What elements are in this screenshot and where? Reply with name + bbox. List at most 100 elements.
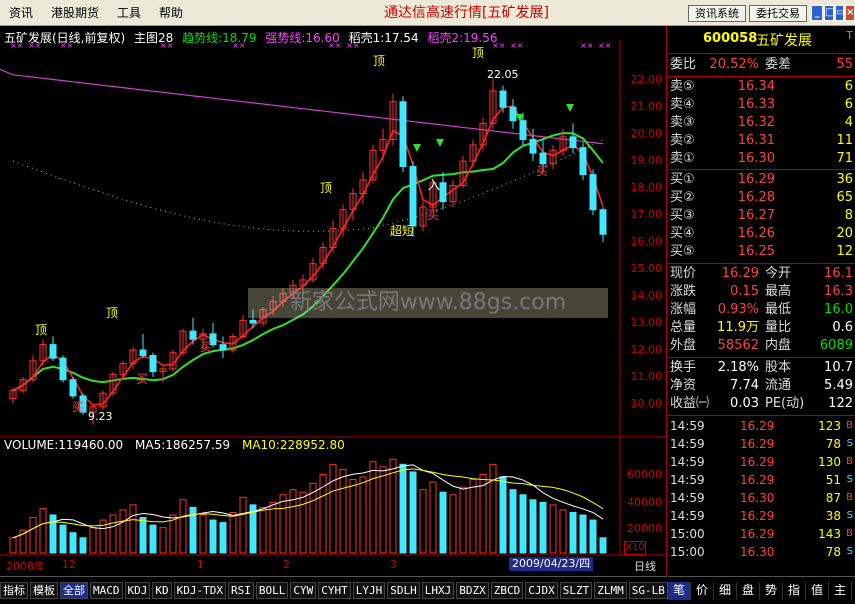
t-marker[interactable]: T xyxy=(846,29,853,42)
tick-time: 14:59 xyxy=(670,491,705,505)
menu-news[interactable]: 资讯 xyxy=(0,0,42,26)
tab-cyw[interactable]: CYW xyxy=(290,582,317,599)
wei-bi-label: 委比 xyxy=(670,57,697,72)
row-value-2: 0.6 xyxy=(832,320,853,335)
row-label: 外盘 xyxy=(670,338,697,353)
menu-hk-futures[interactable]: 港股期货 xyxy=(42,0,108,26)
sell-row[interactable]: 卖⑤ 16.34 6 xyxy=(668,78,855,96)
volume-bar xyxy=(179,499,187,554)
buy-price: 16.28 xyxy=(737,190,775,205)
tab-cyht[interactable]: CYHT xyxy=(318,582,351,599)
indicator-tabs: 指标 模板 全部 MACD KDJ KD KDJ-TDX RSI BOLL CYW CYHT LYJH… xyxy=(0,576,668,604)
buy-marker: 买 xyxy=(136,372,149,386)
volume-bar xyxy=(559,509,567,554)
volume-bar xyxy=(579,514,587,554)
panel-tab[interactable]: 势 xyxy=(760,581,783,600)
volume-bar xyxy=(379,466,387,554)
tick-time: 15:00 xyxy=(670,545,705,559)
tab-lhxj[interactable]: LHXJ xyxy=(421,582,455,599)
news-system-button[interactable]: 资讯系统 xyxy=(688,5,746,22)
cursor-date: 2009/04/23/四 xyxy=(509,557,594,571)
tab-macd[interactable]: MACD xyxy=(90,582,123,599)
panel-tab[interactable]: 主 xyxy=(829,581,852,600)
candle-body xyxy=(509,106,517,122)
tab-kd[interactable]: KD xyxy=(152,582,172,599)
sell-row[interactable]: 卖① 16.30 71 xyxy=(668,150,855,168)
buy-label: 买① xyxy=(670,172,695,187)
tick-time: 14:59 xyxy=(670,455,705,469)
tab-bdzx[interactable]: BDZX xyxy=(456,582,489,599)
tick-direction: B xyxy=(846,528,853,539)
row-value: 0.03 xyxy=(730,396,759,411)
tick-volume: 123 xyxy=(818,419,841,433)
tab-全部[interactable]: 全部 xyxy=(60,582,88,599)
trend-line xyxy=(12,132,604,392)
sell-row[interactable]: 卖③ 16.32 4 xyxy=(668,114,855,132)
watermark: 新家公式网www.88gs.com xyxy=(248,288,608,318)
volume-bar xyxy=(259,506,267,554)
buy-row[interactable]: 买② 16.28 65 xyxy=(668,189,855,207)
tab-rsi[interactable]: RSI xyxy=(227,582,254,599)
volume-tick: 20000 xyxy=(627,522,662,535)
buy-row[interactable]: 买③ 16.27 8 xyxy=(668,207,855,225)
tick-row: 14:59 16.29 51 S xyxy=(668,471,855,489)
sell-price: 16.31 xyxy=(737,133,775,148)
sell-row[interactable]: 卖④ 16.33 6 xyxy=(668,96,855,114)
buy-row[interactable]: 买④ 16.26 20 xyxy=(668,225,855,243)
row-label: 涨幅 xyxy=(670,302,697,317)
panel-tab[interactable]: 盘 xyxy=(737,581,760,600)
buy-row[interactable]: 买⑤ 16.25 12 xyxy=(668,243,855,261)
maximize-icon[interactable]: ▭ xyxy=(835,5,845,21)
tab-slzt[interactable]: SLZT xyxy=(559,582,593,599)
price-tick: 16.00 xyxy=(630,235,663,249)
tab-lyjh[interactable]: LYJH xyxy=(352,582,386,599)
volume-bar xyxy=(209,519,217,554)
tab-kdj-tdx[interactable]: KDJ-TDX xyxy=(173,582,226,599)
tab-指标[interactable]: 指标 xyxy=(0,582,28,599)
panel-tab[interactable]: 笔 xyxy=(668,581,691,600)
panel-tab[interactable]: 细 xyxy=(714,581,737,600)
candle-body xyxy=(219,344,227,351)
volume-bar xyxy=(369,461,377,554)
close-icon[interactable]: × xyxy=(845,5,855,21)
buy-marker: 买 xyxy=(200,340,213,354)
panel-tab[interactable]: 值 xyxy=(806,581,829,600)
ma10-value: MA10:228952.80 xyxy=(241,438,345,452)
candle-body xyxy=(529,139,537,154)
volume-bar xyxy=(519,494,527,554)
tab-kdj[interactable]: KDJ xyxy=(124,582,151,599)
tab-boll[interactable]: BOLL xyxy=(255,582,289,599)
tab-cjdx[interactable]: CJDX xyxy=(525,582,558,599)
minimize-icon[interactable]: _ xyxy=(811,5,823,21)
tick-direction: B xyxy=(846,420,853,431)
quote-header: 600058 五矿发展 T xyxy=(668,26,855,54)
buy-row[interactable]: 买① 16.29 36 xyxy=(668,171,855,189)
tick-price: 16.30 xyxy=(740,545,775,559)
menu-help[interactable]: 帮助 xyxy=(150,0,192,26)
tab-模板[interactable]: 模板 xyxy=(30,582,58,599)
tick-row: 15:00 16.29 143 B xyxy=(668,525,855,543)
restore-icon[interactable]: □ xyxy=(824,5,834,21)
tab-zlmm[interactable]: ZLMM xyxy=(594,582,627,599)
kline-chart[interactable]: ×× ×× ×× ×× ×× ×× ×× ×× ×× ×× ×× 五矿发展(日线,前复权) 主图28… xyxy=(0,26,667,575)
sell-row[interactable]: 卖② 16.31 11 xyxy=(668,132,855,150)
candle-body xyxy=(149,354,157,373)
tick-price: 16.29 xyxy=(740,419,775,433)
buy-marker: 买 xyxy=(427,208,440,222)
candle-body xyxy=(569,136,577,149)
tab-zbcd[interactable]: ZBCD xyxy=(490,582,524,599)
candle-body xyxy=(59,357,67,381)
candle-body xyxy=(189,330,197,340)
panel-tab[interactable]: 指 xyxy=(783,581,806,600)
tab-sg-lb[interactable]: SG-LB xyxy=(628,582,668,599)
volume-bar xyxy=(229,511,237,554)
buy-volume: 8 xyxy=(844,208,853,223)
low-price-label: 9.23 xyxy=(88,410,113,423)
volume-bar xyxy=(549,504,557,554)
period-label[interactable]: 日线 xyxy=(634,558,656,574)
panel-tab[interactable]: 价 xyxy=(691,581,714,600)
trade-button[interactable]: 委托交易 xyxy=(749,5,807,22)
tab-sdlh[interactable]: SDLH xyxy=(387,582,420,599)
volume-bar xyxy=(509,489,517,554)
menu-tools[interactable]: 工具 xyxy=(108,0,150,26)
